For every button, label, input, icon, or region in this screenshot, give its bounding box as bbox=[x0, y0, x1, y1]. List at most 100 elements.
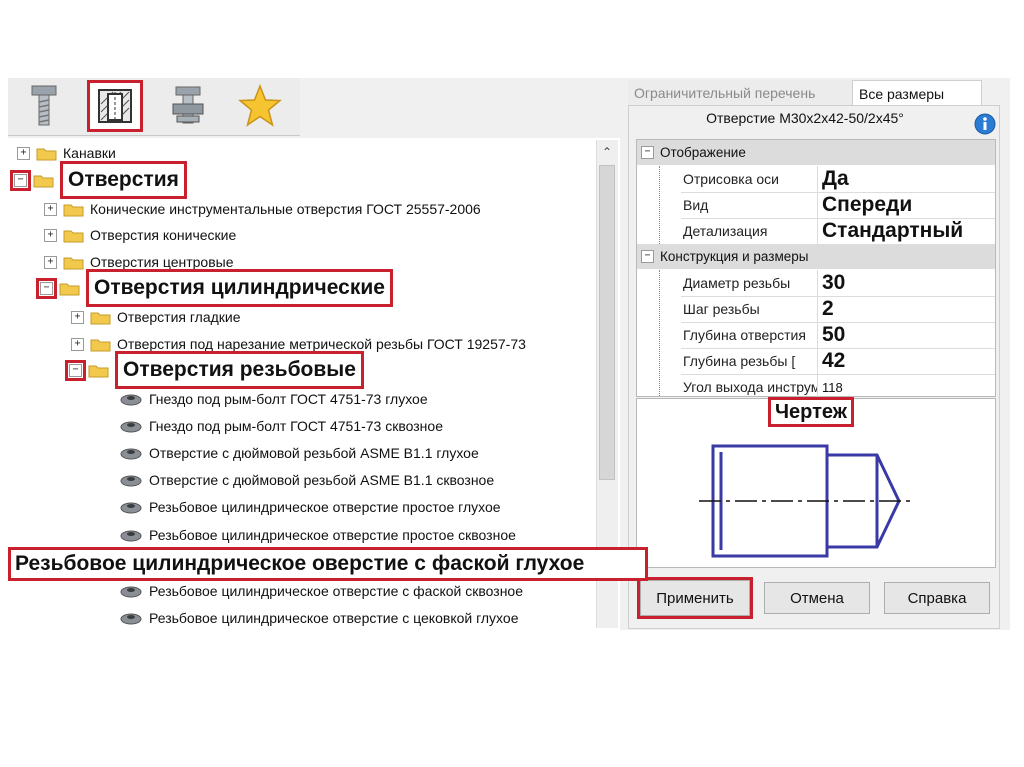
tree-item-label: Отверстия гладкие bbox=[117, 309, 241, 325]
property-name: Детализация bbox=[681, 218, 818, 244]
toolbar-button-favorites[interactable] bbox=[232, 80, 288, 132]
tab-restrictive-list[interactable]: Ограничительный перечень bbox=[628, 80, 862, 106]
property-value[interactable]: 42 bbox=[818, 349, 845, 373]
property-value[interactable]: Стандартный bbox=[818, 219, 963, 243]
tree-item-label: Гнездо под рым-болт ГОСТ 4751-73 глухое bbox=[149, 391, 428, 407]
tree-item-label-highlighted: Отверстия резьбовые bbox=[115, 351, 364, 389]
collapse-icon[interactable]: − bbox=[65, 359, 86, 381]
folder-icon bbox=[36, 146, 57, 161]
property-row[interactable]: Диаметр резьбы 30 bbox=[681, 270, 995, 297]
property-value[interactable]: 30 bbox=[818, 271, 845, 295]
tree-leaf[interactable]: Резьбовое цилиндрическое отверстие прост… bbox=[120, 522, 516, 548]
folder-icon bbox=[90, 337, 111, 352]
collapse-icon[interactable]: − bbox=[10, 169, 31, 191]
tree-item-label: Отверстие с дюймовой резьбой ASME B1.1 с… bbox=[149, 472, 495, 488]
property-value[interactable]: Да bbox=[818, 167, 849, 191]
hole-section-icon bbox=[98, 89, 132, 123]
star-icon bbox=[237, 84, 283, 127]
tree-item-label-highlighted[interactable]: Резьбовое цилиндрическое оверстие с фаск… bbox=[8, 547, 648, 581]
collapse-icon[interactable]: − bbox=[641, 250, 654, 263]
folder-icon bbox=[59, 281, 80, 296]
cancel-button[interactable]: Отмена bbox=[764, 582, 870, 614]
tree-item-konicheskie[interactable]: + Отверстия конические bbox=[44, 222, 236, 248]
tree-item-otverstiya[interactable]: − Отверстия bbox=[10, 161, 187, 199]
tree-leaf[interactable]: Резьбовое цилиндрическое отверстие с цек… bbox=[120, 605, 518, 631]
tree-leaf[interactable]: Резьбовое цилиндрическое отверстие с фас… bbox=[120, 578, 523, 604]
property-name: Отрисовка оси bbox=[681, 166, 818, 192]
tree-leaf[interactable]: Гнездо под рым-болт ГОСТ 4751-73 сквозно… bbox=[120, 413, 443, 439]
property-row[interactable]: Отрисовка оси Да bbox=[681, 166, 995, 193]
bolt-icon bbox=[31, 85, 57, 126]
category-label: Конструкция и размеры bbox=[660, 249, 809, 264]
nut-bolt-icon bbox=[172, 86, 204, 124]
folder-icon bbox=[63, 202, 84, 217]
property-row[interactable]: Вид Спереди bbox=[681, 192, 995, 219]
folder-icon bbox=[90, 310, 111, 325]
toolbar-button-fasteners[interactable] bbox=[160, 80, 216, 132]
property-name: Шаг резьбы bbox=[681, 296, 818, 322]
collapse-icon[interactable]: − bbox=[641, 146, 654, 159]
collapse-icon[interactable]: − bbox=[36, 277, 57, 299]
tree-item-label: Резьбовое цилиндрическое отверстие прост… bbox=[149, 527, 516, 543]
tree-item-label-highlighted: Отверстия цилиндрические bbox=[86, 269, 393, 307]
expand-icon[interactable]: + bbox=[44, 255, 57, 269]
tab-all-sizes[interactable]: Все размеры bbox=[852, 80, 982, 107]
category-display[interactable]: − Отображение bbox=[637, 140, 995, 165]
toolbar-button-holes[interactable] bbox=[87, 80, 143, 132]
folder-icon bbox=[33, 173, 54, 188]
property-name: Вид bbox=[681, 192, 818, 218]
tree-leaf[interactable]: Отверстие с дюймовой резьбой ASME B1.1 с… bbox=[120, 467, 494, 493]
expand-icon[interactable]: + bbox=[17, 146, 30, 160]
tree-leaf[interactable]: Резьбовое цилиндрическое отверстие прост… bbox=[120, 494, 501, 520]
property-row[interactable]: Глубина резьбы [ 42 bbox=[681, 348, 995, 375]
tree-item-label: Гнездо под рым-болт ГОСТ 4751-73 сквозно… bbox=[149, 418, 443, 434]
expand-icon[interactable]: + bbox=[71, 337, 84, 351]
tree-leaf[interactable]: Отверстие с дюймовой резьбой ASME B1.1 г… bbox=[120, 440, 479, 466]
apply-button[interactable]: Применить bbox=[637, 577, 753, 619]
property-value[interactable]: 118 bbox=[818, 380, 843, 395]
help-button[interactable]: Справка bbox=[884, 582, 990, 614]
tree-item-konicheskie-instrumentalnye[interactable]: + Конические инструментальные отверстия … bbox=[44, 196, 481, 222]
tree-item-gladkie[interactable]: + Отверстия гладкие bbox=[71, 304, 241, 330]
expand-icon[interactable]: + bbox=[44, 228, 57, 242]
tree-item-label: Резьбовое цилиндрическое отверстие с фас… bbox=[149, 583, 524, 599]
hole-part-icon bbox=[120, 473, 142, 487]
tree-item-label: Отверстия центровые bbox=[90, 254, 234, 270]
tree-item-label: Резьбовое цилиндрическое отверстие прост… bbox=[149, 499, 501, 515]
tree-item-label: Отверстия под нарезание метрической резь… bbox=[117, 336, 526, 352]
scroll-up-icon[interactable]: ⌃ bbox=[600, 145, 614, 159]
scrollbar-thumb[interactable] bbox=[599, 165, 615, 480]
hole-part-icon bbox=[120, 392, 142, 406]
tree-leaf[interactable]: Гнездо под рым-болт ГОСТ 4751-73 глухое bbox=[120, 386, 428, 412]
tree-item-label: Канавки bbox=[63, 145, 116, 161]
folder-icon bbox=[63, 228, 84, 243]
tree-item-label: Конические инструментальные отверстия ГО… bbox=[90, 201, 481, 217]
drawing-label: Чертеж bbox=[768, 397, 854, 427]
toolbar-button-bolts[interactable] bbox=[16, 80, 72, 132]
property-value[interactable]: Спереди bbox=[818, 193, 912, 217]
expand-icon[interactable]: + bbox=[71, 310, 84, 324]
object-title: Отверстие М30х2х42-50/2х45° bbox=[706, 110, 904, 126]
hole-part-icon bbox=[120, 611, 142, 625]
hole-part-icon bbox=[120, 419, 142, 433]
property-name: Глубина отверстия bbox=[681, 322, 818, 348]
property-row[interactable]: Глубина отверстия 50 bbox=[681, 322, 995, 349]
expand-icon[interactable]: + bbox=[44, 202, 57, 216]
category-construction[interactable]: − Конструкция и размеры bbox=[637, 244, 995, 269]
tree-item-label-highlighted: Отверстия bbox=[60, 161, 187, 199]
property-name: Диаметр резьбы bbox=[681, 270, 818, 296]
property-name: Глубина резьбы [ bbox=[681, 348, 818, 374]
property-row[interactable]: Детализация Стандартный bbox=[681, 218, 995, 245]
hole-part-icon bbox=[120, 500, 142, 514]
hole-part-icon bbox=[120, 446, 142, 460]
hole-part-icon bbox=[120, 528, 142, 542]
property-row[interactable]: Шаг резьбы 2 bbox=[681, 296, 995, 323]
info-icon[interactable] bbox=[974, 113, 996, 140]
hole-part-icon bbox=[120, 584, 142, 598]
tree-item-cilindricheskie[interactable]: − Отверстия цилиндрические bbox=[36, 269, 393, 307]
property-value[interactable]: 50 bbox=[818, 323, 845, 347]
property-value[interactable]: 2 bbox=[818, 297, 834, 321]
tree-item-label: Отверстие с дюймовой резьбой ASME B1.1 г… bbox=[149, 445, 479, 461]
property-grid: − Отображение Отрисовка оси Да Вид Спере… bbox=[636, 139, 996, 401]
tree-item-rezbovye[interactable]: − Отверстия резьбовые bbox=[65, 351, 364, 389]
